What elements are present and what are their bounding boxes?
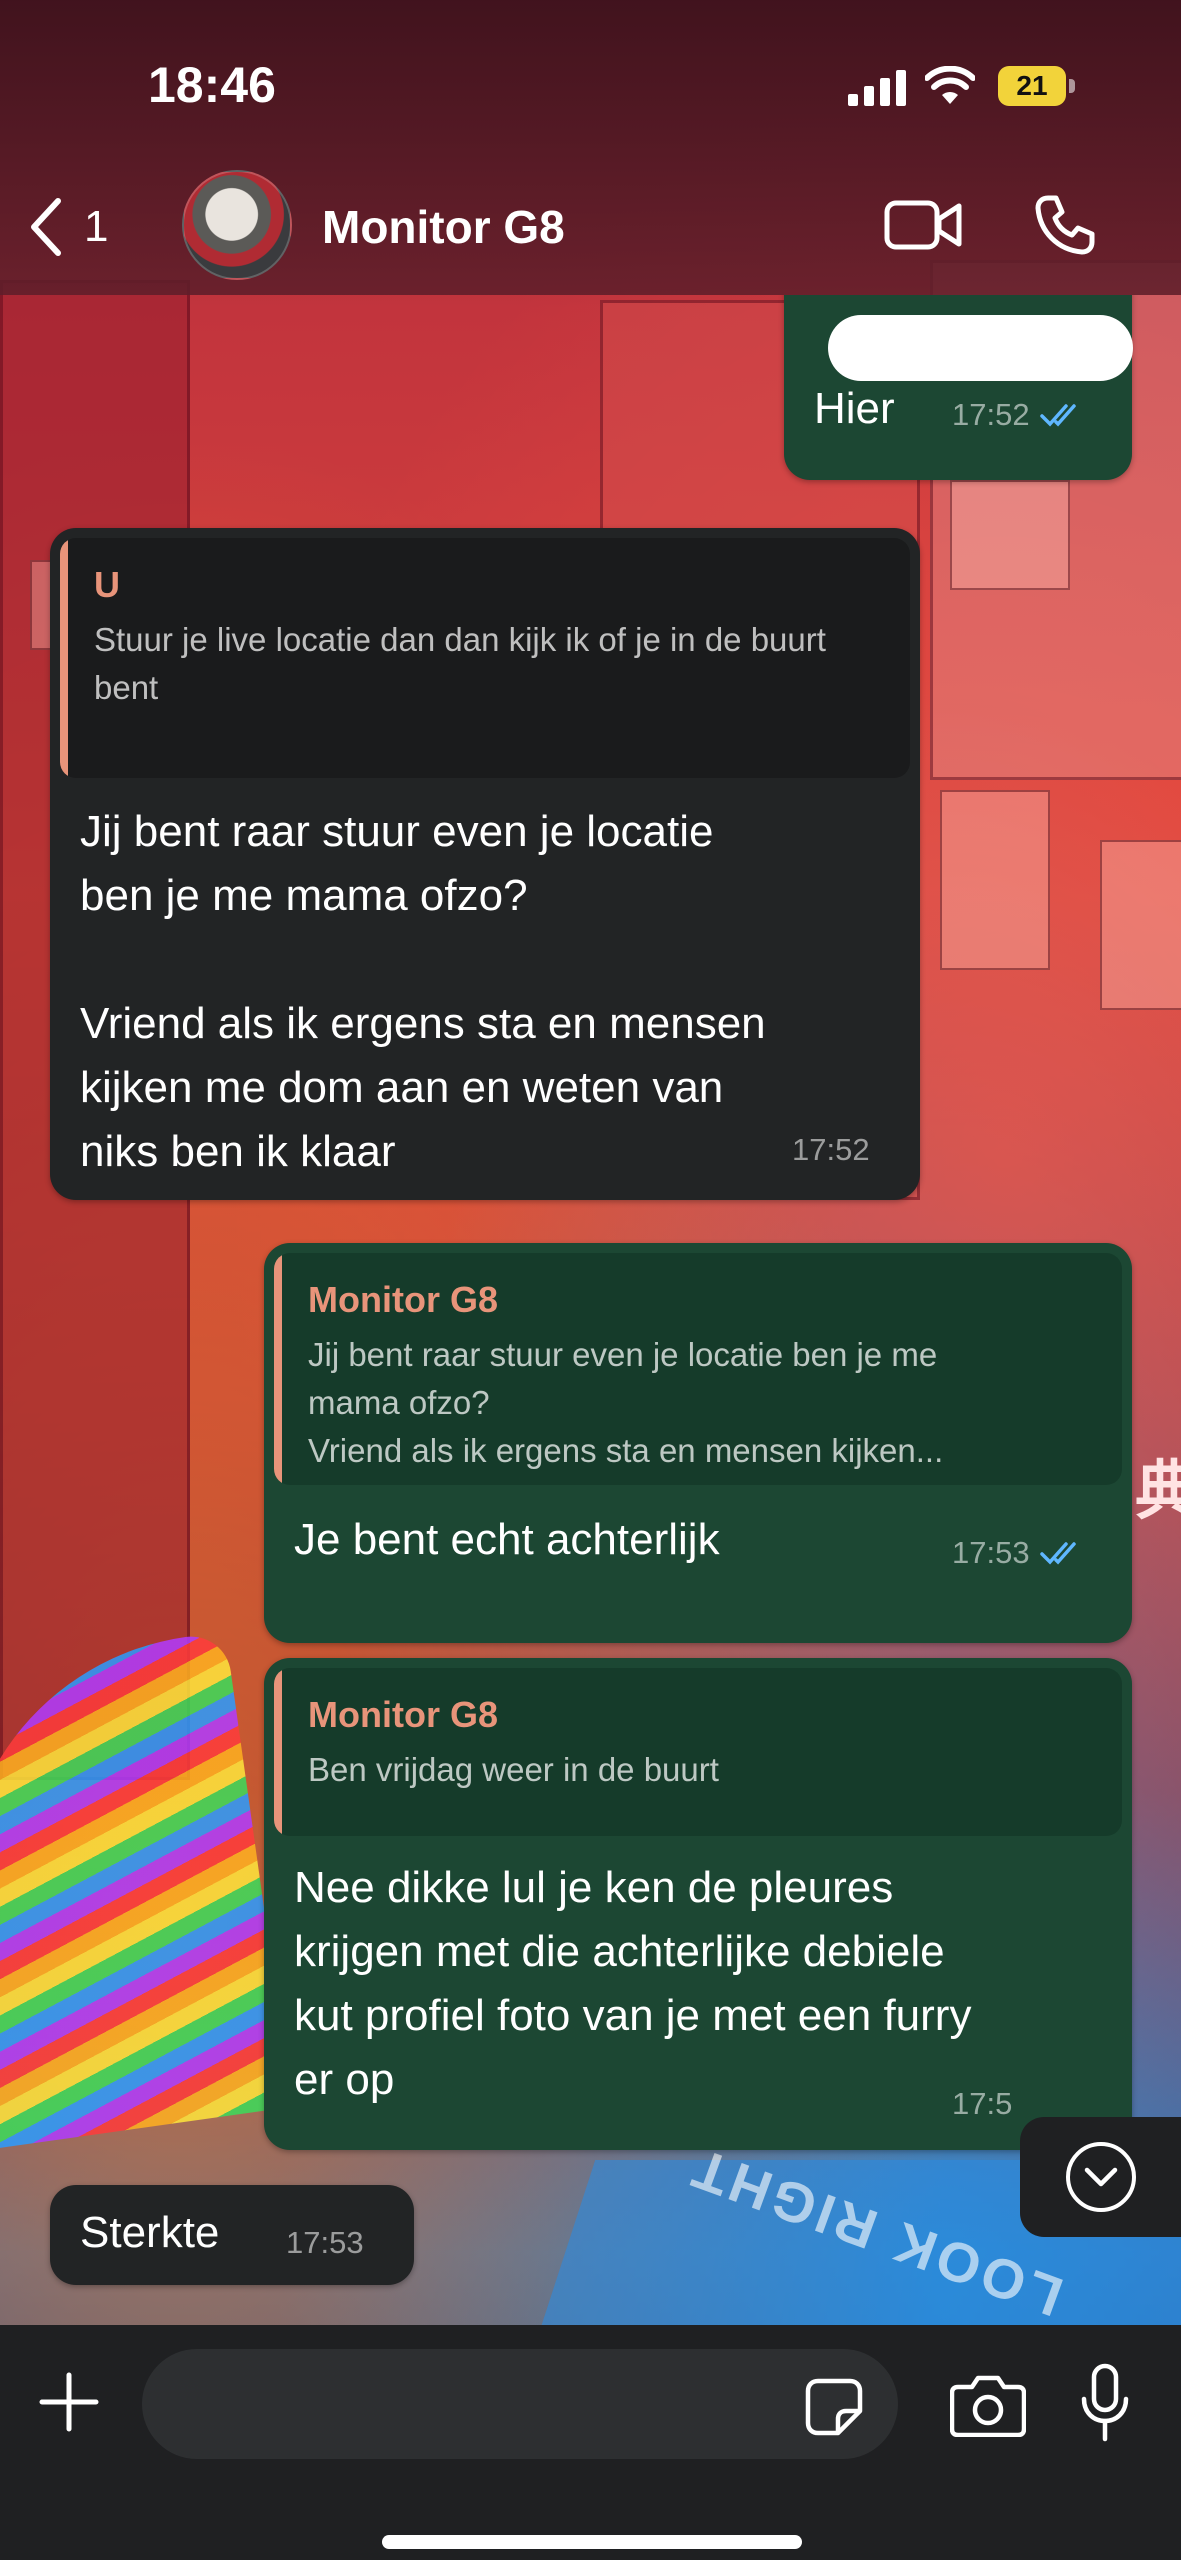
message-incoming[interactable]: Sterkte 17:53 (50, 2185, 414, 2285)
message-time: 17:53 (952, 1535, 1030, 1570)
video-call-icon[interactable] (884, 198, 962, 252)
message-list[interactable]: Hier 17:52 U Stuur je live locatie dan d… (0, 295, 1181, 2325)
message-meta: 17:52 (952, 397, 1084, 433)
quote-text: Ben vrijdag weer in de buurt (308, 1751, 719, 1788)
signal-icon (848, 70, 906, 106)
chat-header: 18:46 21 1 Monitor G8 (0, 0, 1181, 295)
unread-count: 1 (84, 202, 109, 251)
message-text: Nee dikke lul je ken de pleures krijgen … (294, 1863, 972, 2104)
message-time: 17:5 (952, 2086, 1013, 2121)
message-text: Jij bent raar stuur even je locatie ben … (80, 807, 766, 1176)
contact-name[interactable]: Monitor G8 (322, 200, 565, 254)
message-text: Hier (814, 384, 895, 433)
quoted-message[interactable]: U Stuur je live locatie dan dan kijk ik … (60, 538, 910, 778)
scroll-to-bottom-button[interactable] (1020, 2117, 1181, 2237)
message-outgoing[interactable]: Monitor G8 Jij bent raar stuur even je l… (264, 1243, 1132, 1643)
sticker-icon[interactable] (804, 2377, 864, 2437)
status-time: 18:46 (148, 57, 276, 113)
message-time: 17:53 (286, 2225, 364, 2260)
quoted-message[interactable]: Monitor G8 Ben vrijdag weer in de buurt (274, 1668, 1122, 1836)
camera-icon[interactable] (950, 2373, 1026, 2437)
message-meta: 17:53 (286, 2225, 364, 2261)
message-time: 17:52 (952, 397, 1030, 432)
message-text: Sterkte (80, 2208, 220, 2257)
message-outgoing[interactable]: Hier 17:52 (784, 295, 1133, 480)
message-incoming[interactable]: U Stuur je live locatie dan dan kijk ik … (50, 528, 920, 1200)
chevron-left-icon (31, 198, 61, 256)
message-input[interactable] (142, 2349, 898, 2459)
back-button[interactable]: 1 (26, 190, 108, 264)
microphone-icon[interactable] (1080, 2363, 1130, 2443)
quoted-message[interactable]: Monitor G8 Jij bent raar stuur even je l… (274, 1253, 1122, 1485)
chevron-down-icon (1084, 2167, 1117, 2187)
message-time: 17:52 (792, 1132, 870, 1167)
message-meta: 17:53 (952, 1535, 1084, 1571)
message-meta: 17:5 (952, 2086, 1012, 2122)
contact-avatar[interactable] (182, 170, 292, 280)
battery-level: 21 (998, 66, 1066, 106)
quote-author: Monitor G8 (308, 1279, 498, 1320)
double-check-icon (1039, 1542, 1076, 1565)
double-check-icon (1039, 404, 1076, 427)
quote-text: Jij bent raar stuur even je locatie ben … (308, 1336, 944, 1469)
phone-icon[interactable] (1034, 194, 1096, 256)
message-text: Je bent echt achterlijk (294, 1515, 720, 1564)
wifi-icon (925, 66, 975, 104)
battery-indicator: 21 (998, 66, 1078, 106)
quote-author: Monitor G8 (308, 1694, 498, 1735)
message-outgoing[interactable]: Monitor G8 Ben vrijdag weer in de buurt … (264, 1658, 1132, 2150)
plus-icon[interactable] (38, 2371, 100, 2433)
home-indicator (382, 2535, 802, 2549)
redacted-content (828, 315, 1133, 381)
composer-bar (0, 2325, 1181, 2560)
message-meta: 17:52 (792, 1132, 870, 1168)
quote-text: Stuur je live locatie dan dan kijk ik of… (94, 621, 826, 706)
quote-author: U (94, 564, 120, 605)
